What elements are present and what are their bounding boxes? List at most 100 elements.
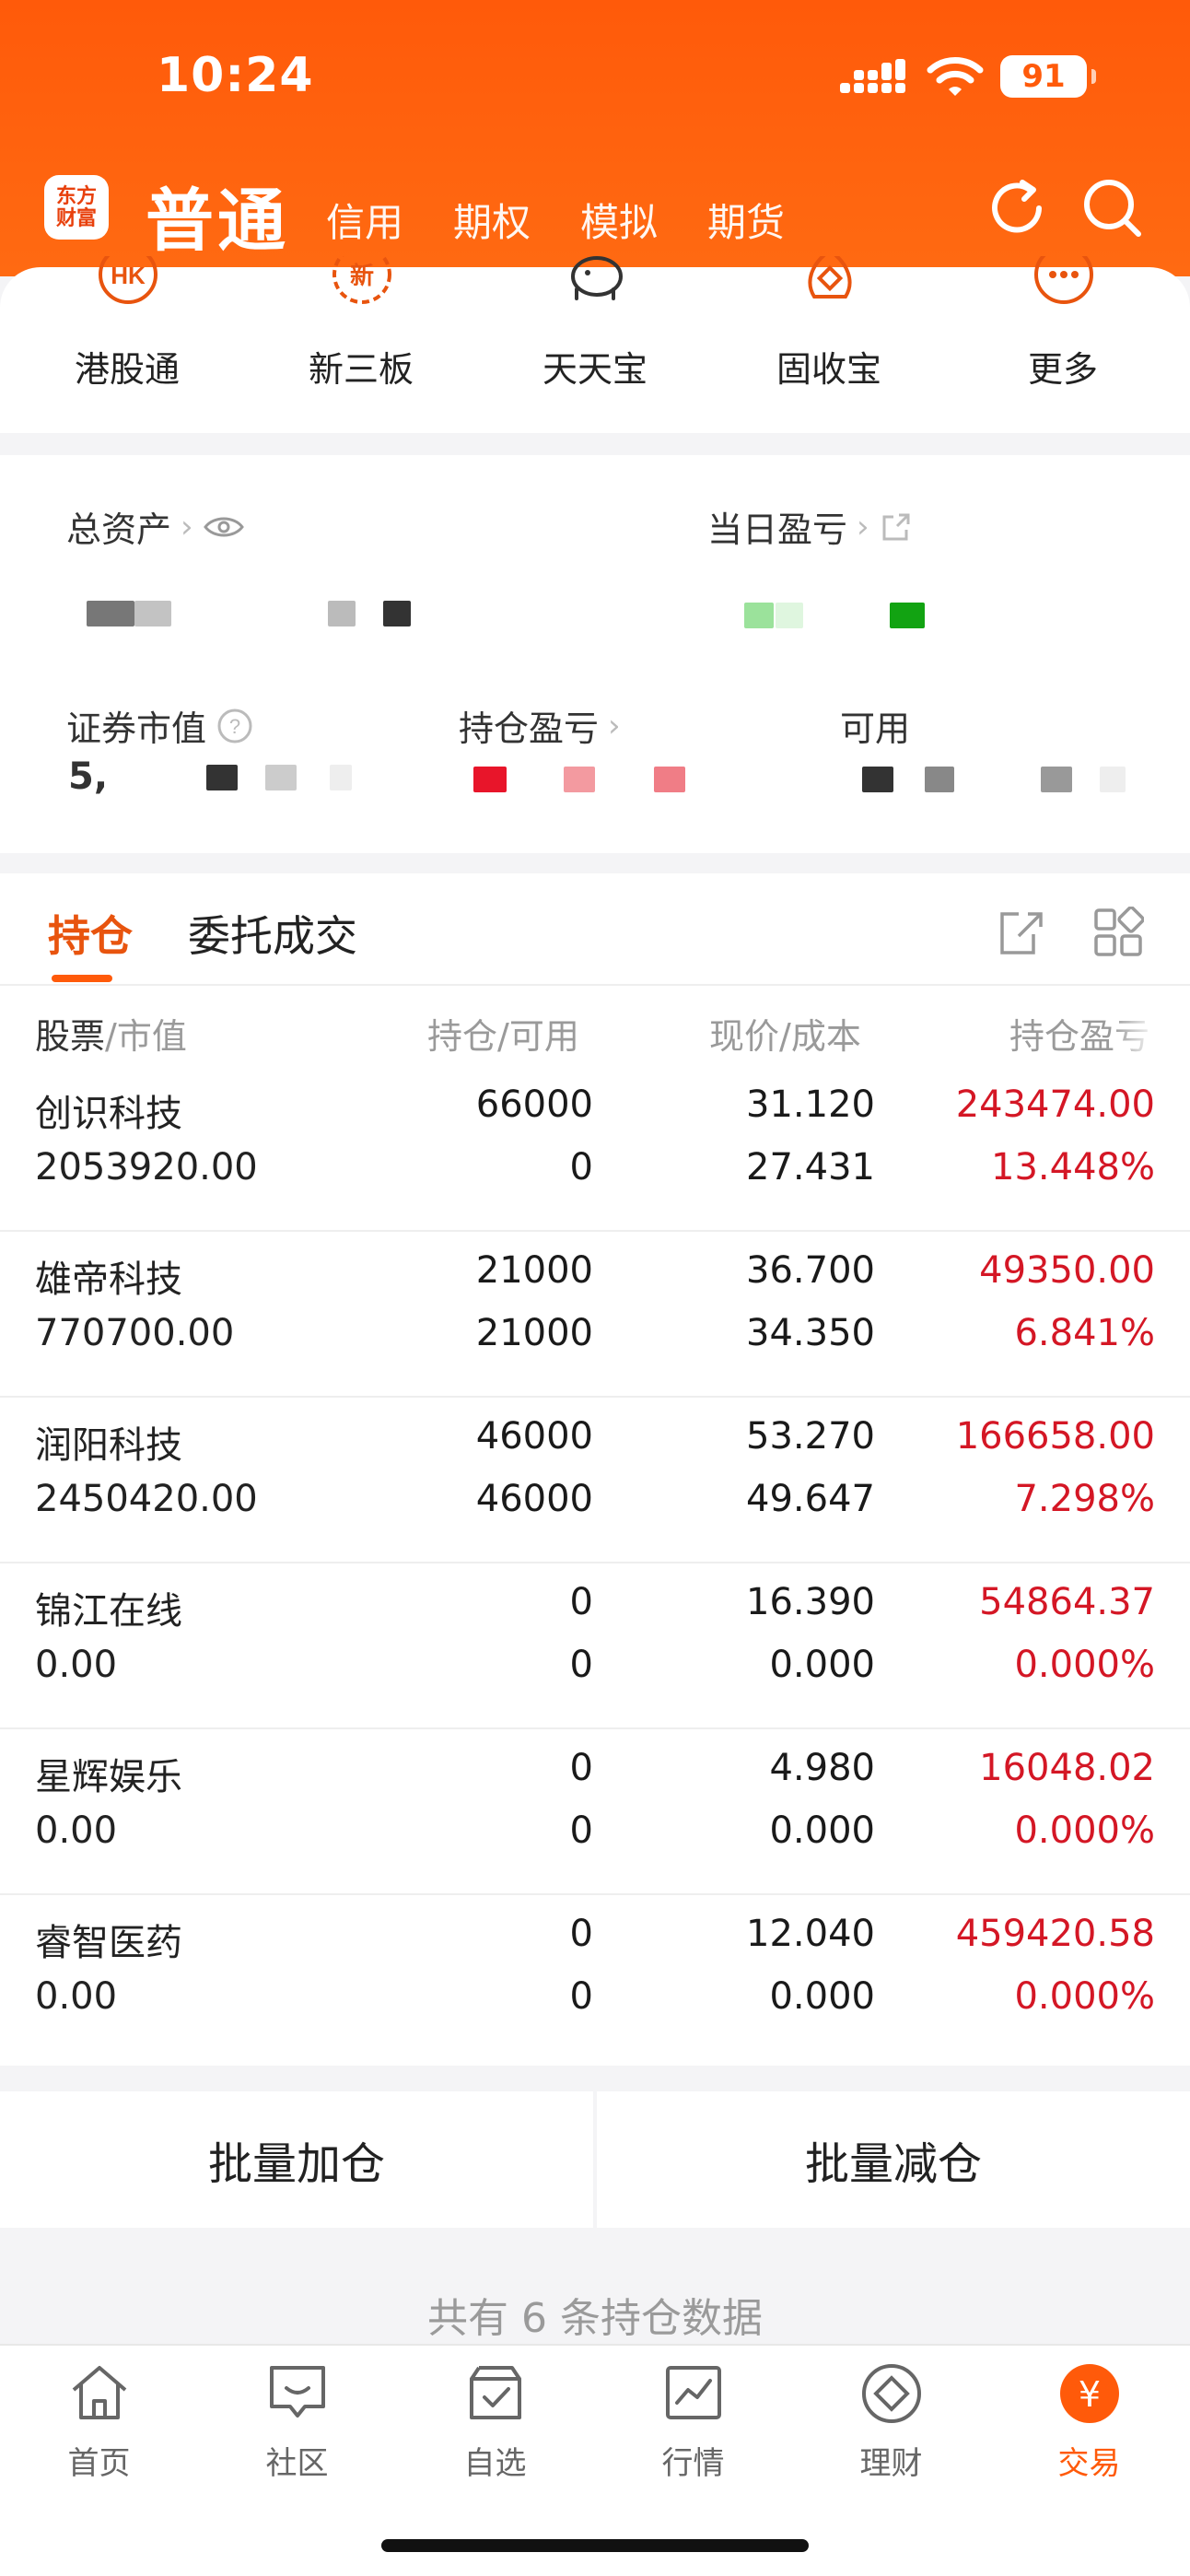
stock-name: 睿智医药 (35, 1922, 182, 1964)
shortcut-more[interactable]: 更多 (971, 256, 1155, 415)
header-stock: 股票 (35, 1016, 106, 1057)
watchlist-icon (470, 2366, 521, 2419)
chevron-right-icon: › (181, 508, 193, 545)
holding-qty: 0 (569, 1581, 593, 1623)
tab-positions[interactable]: 持仓 (48, 903, 133, 964)
shortcut-label: 新三板 (308, 349, 414, 390)
header-avail: /可用 (497, 1016, 579, 1057)
table-row[interactable]: 睿智医药 0.00 0 0 12.040 0.000 459420.58 0.000% (0, 1894, 1190, 2060)
tab-label: 社区 (265, 2445, 329, 2482)
total-assets-value-masked (79, 601, 429, 638)
total-assets-label[interactable]: 总资产 › (66, 501, 245, 552)
tab-community[interactable]: 社区 (198, 2346, 396, 2493)
position-pl-masked (470, 767, 691, 803)
help-icon[interactable]: ? (216, 707, 254, 745)
divider (0, 984, 1190, 986)
current-price: 12.040 (746, 1913, 875, 1955)
account-type-active[interactable]: 普通 (146, 166, 289, 264)
shortcut-grid: HK 港股通 新 新三板 天天宝 固收宝 更多 (0, 256, 1190, 433)
cost-price: 0.000 (769, 1975, 875, 2018)
batch-actions: 批量加仓 批量减仓 (0, 2091, 1190, 2228)
shortcut-tiantianbao[interactable]: 天天宝 (503, 256, 687, 415)
market-value-label[interactable]: 证券市值 ? (66, 700, 254, 751)
available-qty: 0 (569, 1809, 593, 1852)
refresh-icon[interactable] (984, 175, 1050, 241)
tab-trade[interactable]: ¥ 交易 (990, 2346, 1188, 2493)
holding-qty: 0 (569, 1913, 593, 1955)
batch-add-button[interactable]: 批量加仓 (0, 2091, 593, 2228)
current-price: 16.390 (746, 1581, 875, 1623)
header-stock-value: 股票/市值 (35, 1008, 187, 1059)
tab-label: 交易 (1057, 2445, 1121, 2482)
market-value: 2450420.00 (35, 1478, 258, 1520)
fixed-income-icon (808, 256, 852, 299)
holding-qty: 66000 (475, 1083, 593, 1126)
table-row[interactable]: 锦江在线 0.00 0 0 16.390 0.000 54864.37 0.000% (0, 1563, 1190, 1728)
tab-watchlist[interactable]: 自选 (396, 2346, 594, 2493)
market-value-masked: 5, (68, 755, 363, 802)
available-qty: 0 (569, 1975, 593, 2018)
table-row[interactable]: 雄帝科技 770700.00 21000 21000 36.700 34.350 49350… (0, 1231, 1190, 1397)
account-tab-options[interactable]: 期权 (453, 192, 531, 248)
available-qty: 0 (569, 1146, 593, 1188)
position-pl-text: 持仓盈亏 (459, 708, 600, 749)
svg-text:新: 新 (350, 262, 374, 290)
table-row[interactable]: 星辉娱乐 0.00 0 0 4.980 0.000 16048.02 0.000% (0, 1728, 1190, 1894)
daily-pl-value-masked (744, 603, 1021, 639)
market-value-text: 证券市值 (66, 708, 207, 749)
svg-text:HK: HK (111, 262, 146, 289)
tab-underline (52, 975, 112, 982)
tab-label: 自选 (463, 2445, 527, 2482)
holding-qty: 21000 (475, 1249, 593, 1292)
table-row[interactable]: 创识科技 2053920.00 66000 0 31.120 27.431 243474.0… (0, 1065, 1190, 1231)
daily-pl-text: 当日盈亏 (707, 509, 848, 550)
eye-icon[interactable] (203, 513, 245, 541)
grid-view-icon[interactable] (1092, 907, 1144, 958)
svg-text:?: ? (229, 715, 240, 738)
position-pl: 49350.00 (979, 1249, 1155, 1292)
logo-text-bottom: 财富 (55, 206, 97, 230)
asset-summary: 总资产 › 当日盈亏 › 证券市值 ? 5, 持仓盈亏 › 可用 (0, 455, 1190, 853)
home-indicator (381, 2539, 809, 2552)
tab-label: 理财 (859, 2445, 923, 2482)
available-text: 可用 (840, 708, 911, 749)
trade-icon: ¥ (1060, 2364, 1119, 2423)
status-bar: 10:24 91 (0, 0, 1190, 157)
new-board-icon: 新 (332, 256, 391, 304)
stock-name: 创识科技 (35, 1093, 182, 1135)
tab-wealth[interactable]: 理财 (792, 2346, 990, 2493)
account-tab-futures[interactable]: 期货 (707, 192, 785, 248)
position-pl-label[interactable]: 持仓盈亏 › (459, 700, 621, 751)
account-tab-credit[interactable]: 信用 (326, 192, 403, 248)
external-link-icon[interactable] (879, 509, 914, 544)
share-icon[interactable] (997, 907, 1048, 958)
table-row[interactable]: 润阳科技 2450420.00 46000 46000 53.270 49.647 1666… (0, 1397, 1190, 1563)
position-pl: 16048.02 (979, 1747, 1155, 1789)
tab-home[interactable]: 首页 (0, 2346, 198, 2493)
cost-price: 0.000 (769, 1809, 875, 1852)
shortcut-fixed-income[interactable]: 固收宝 (737, 256, 921, 415)
position-pl: 54864.37 (979, 1581, 1155, 1623)
header-price-cost: 现价/成本 (709, 1008, 861, 1059)
trading-page: 10:24 91 东方 财富 普通 信用 期权 模拟 期货 HK 港股通 新 新… (0, 0, 1190, 2576)
current-price: 36.700 (746, 1249, 875, 1292)
position-pl-pct: 13.448% (991, 1146, 1155, 1188)
search-icon[interactable] (1079, 175, 1146, 241)
current-price: 53.270 (746, 1415, 875, 1458)
position-pl-pct: 6.841% (1014, 1312, 1155, 1354)
header-hold: 持仓 (427, 1016, 498, 1057)
piggy-bank-icon (571, 256, 623, 300)
available-qty: 0 (569, 1644, 593, 1686)
header: 10:24 91 东方 财富 普通 信用 期权 模拟 期货 (0, 0, 1190, 276)
tab-market[interactable]: 行情 (594, 2346, 792, 2493)
account-tab-simulated[interactable]: 模拟 (580, 192, 658, 248)
shortcut-hk-connect[interactable]: HK 港股通 (35, 256, 219, 415)
batch-reduce-button[interactable]: 批量减仓 (597, 2091, 1190, 2228)
shortcut-label: 港股通 (74, 349, 180, 390)
stock-name: 润阳科技 (35, 1424, 182, 1467)
position-pl-pct: 0.000% (1014, 1809, 1155, 1852)
tab-orders[interactable]: 委托成交 (188, 903, 357, 964)
daily-pl-label[interactable]: 当日盈亏 › (707, 501, 914, 552)
available-label[interactable]: 可用 (840, 700, 910, 751)
shortcut-new-third-board[interactable]: 新 新三板 (269, 256, 453, 415)
